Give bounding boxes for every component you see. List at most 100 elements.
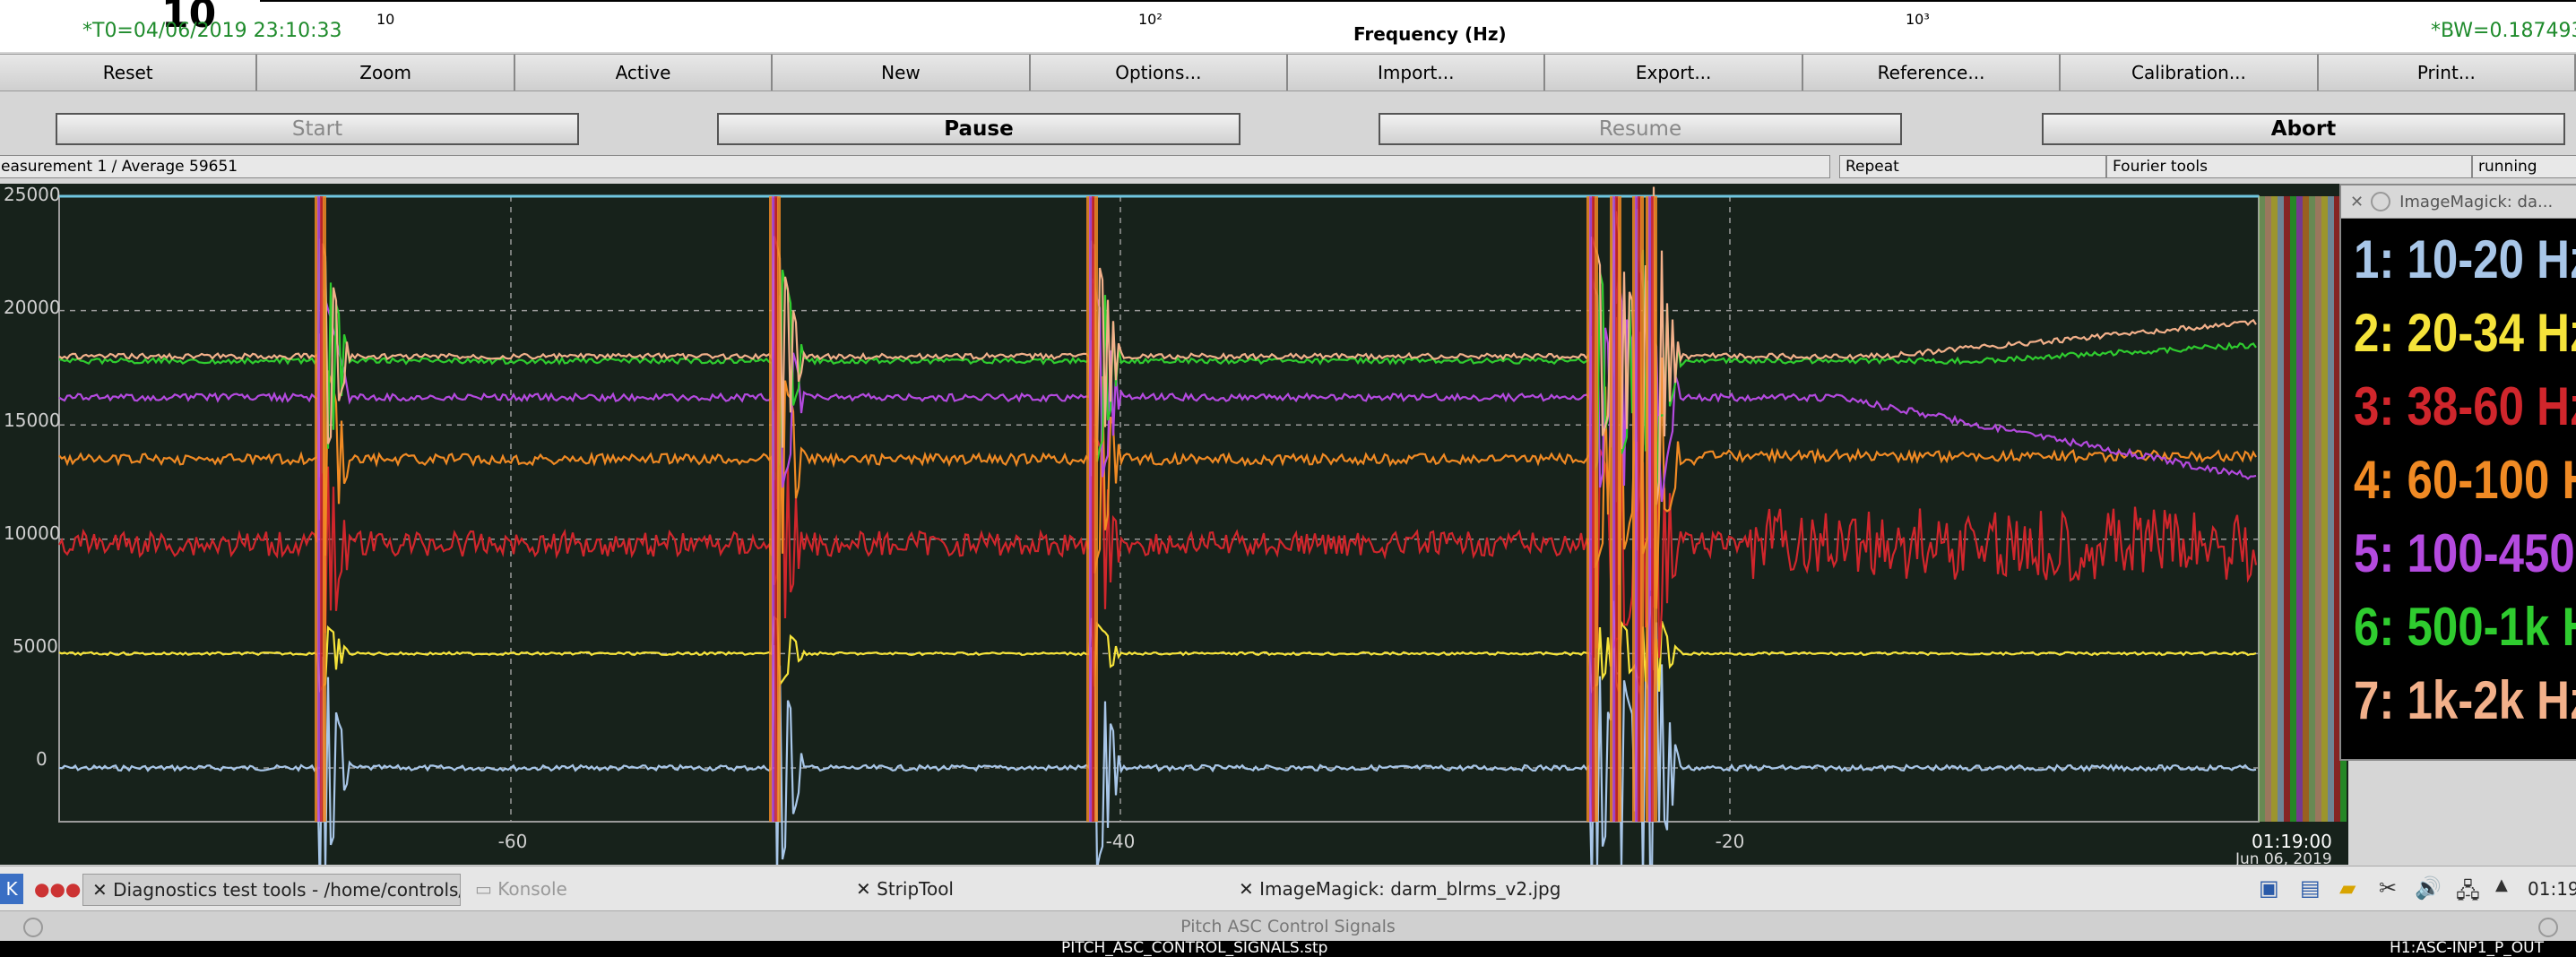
striptool-bottom-bar: PITCH_ASC_CONTROL_SIGNALS.stp H1:ASC-INP…	[0, 939, 2576, 957]
import-button[interactable]: Import...	[1288, 55, 1546, 91]
resume-button[interactable]: Resume	[1379, 113, 1902, 145]
glitch-spike	[777, 196, 781, 822]
glitch-spike	[1094, 196, 1098, 822]
legend-item-4: 4: 60-100 Hz	[2354, 450, 2576, 510]
legend-item-7: 7: 1k-2k Hz	[2354, 670, 2576, 730]
legend-item-6: 6: 500-1k Hz	[2354, 597, 2576, 657]
start-button[interactable]: Start	[56, 113, 579, 145]
dtt-spectrum-strip: 10 *T0=04/06/2019 23:10:33 10 10² 10³ Fr…	[0, 0, 2576, 52]
running-status: running	[2472, 155, 2576, 178]
edge-band	[2328, 196, 2334, 822]
window-menu-icon[interactable]	[2371, 192, 2391, 211]
measurement-controls: Start Pause Resume Abort	[0, 97, 2576, 151]
legend-item-3: 3: 38-60 Hz	[2354, 376, 2576, 436]
kde-menu-icon[interactable]: K	[0, 874, 23, 904]
x-tick-1000: 10³	[1906, 11, 1930, 28]
status-bar: easurement 1 / Average 59651 Repeat Four…	[0, 152, 2576, 179]
x-tick-minus60: -60	[497, 831, 528, 852]
y-tick-10000: 10000	[4, 522, 61, 544]
legend-image: 1: 10-20 Hz 2: 20-34 Hz 3: 38-60 Hz 4: 6…	[2341, 220, 2576, 757]
time-label: 01:19:00	[2252, 831, 2332, 852]
legend-item-5: 5: 100-450 Hz	[2354, 523, 2576, 583]
y-tick-0: 0	[36, 748, 48, 770]
reference-button[interactable]: Reference...	[1802, 55, 2062, 91]
repeat-status: Repeat	[1839, 155, 2106, 178]
fourier-tools-status: Fourier tools	[2106, 155, 2472, 178]
frequency-axis-label: Frequency (Hz)	[1353, 23, 1507, 45]
tray-expand-icon[interactable]: ▲	[2495, 875, 2508, 894]
x-tick-100: 10²	[1138, 11, 1163, 28]
imagemagick-title: ImageMagick: da...	[2399, 192, 2554, 211]
trace-2	[58, 596, 2257, 694]
striptool-plot-svg	[58, 186, 2347, 865]
legend-item-2: 2: 20-34 Hz	[2354, 303, 2576, 363]
striptool-window-title[interactable]: Pitch ASC Control Signals	[0, 910, 2576, 942]
edge-band	[2315, 196, 2321, 822]
pause-button[interactable]: Pause	[717, 113, 1240, 145]
reset-button[interactable]: Reset	[0, 55, 258, 91]
task-konsole[interactable]: ▭ Konsole	[475, 874, 567, 904]
edge-band	[2271, 196, 2278, 822]
abort-button[interactable]: Abort	[2042, 113, 2565, 145]
striptool-plot[interactable]: 25000 20000 15000 10000 5000 0 -60 -40 -…	[0, 184, 2348, 868]
taskbar: K ●●● ✕ Diagnostics test tools - /home/c…	[0, 866, 2576, 911]
trace-1	[58, 600, 2257, 865]
glitch-spike	[1618, 196, 1621, 822]
task-diagnostics[interactable]: ✕ Diagnostics test tools - /home/control…	[82, 874, 461, 906]
clock[interactable]: 01:19	[2528, 874, 2576, 904]
spectrum-axis	[260, 0, 2576, 5]
striptool-window-menu-icon[interactable]	[23, 918, 43, 937]
edge-band	[2321, 196, 2328, 822]
network-icon[interactable]: 🖧	[2456, 875, 2480, 912]
edge-band	[2278, 196, 2284, 822]
pager-icon[interactable]: ●●●	[34, 874, 81, 904]
terminal-icon: ▭	[475, 878, 498, 900]
screen-icon[interactable]: ▣	[2259, 875, 2279, 901]
print-button[interactable]: Print...	[2318, 55, 2576, 91]
edge-band	[2265, 196, 2271, 822]
export-button[interactable]: Export...	[1545, 55, 1803, 91]
task-imagemagick[interactable]: ✕ ImageMagick: darm_blrms_v2.jpg	[1239, 874, 1560, 904]
measurement-status: easurement 1 / Average 59651	[0, 155, 1830, 178]
x-tick-minus20: -20	[1715, 831, 1745, 852]
dtt-menu-row: Reset Zoom Active New Options... Import.…	[0, 54, 2576, 91]
task-striptool-label: StripTool	[877, 878, 954, 900]
options-button[interactable]: Options...	[1030, 55, 1289, 91]
new-button[interactable]: New	[773, 55, 1031, 91]
active-button[interactable]: Active	[514, 55, 774, 91]
y-tick-15000: 15000	[4, 410, 61, 431]
y-tick-5000: 5000	[13, 635, 58, 657]
edge-band	[2284, 196, 2290, 822]
scissors-icon[interactable]: ✂	[2379, 875, 2397, 901]
calibration-button[interactable]: Calibration...	[2061, 55, 2319, 91]
glitch-spike	[1595, 196, 1598, 822]
task-striptool[interactable]: ✕ StripTool	[856, 874, 954, 904]
trace-7	[58, 186, 2257, 549]
x-tick-10: 10	[376, 11, 395, 28]
striptool-icon: ✕	[856, 878, 877, 900]
stp-filename: PITCH_ASC_CONTROL_SIGNALS.stp	[1061, 939, 1328, 957]
task-konsole-label: Konsole	[497, 878, 567, 900]
imagemagick-titlebar[interactable]: ✕ ImageMagick: da...	[2341, 185, 2576, 219]
imagemagick-window[interactable]: ✕ ImageMagick: da... 1: 10-20 Hz 2: 20-3…	[2339, 184, 2576, 761]
task-imagemagick-label: ImageMagick: darm_blrms_v2.jpg	[1259, 878, 1561, 900]
edge-band	[2296, 196, 2303, 822]
task-diagnostics-label: Diagnostics test tools - /home/controls/…	[113, 879, 461, 901]
striptool-title-text: Pitch ASC Control Signals	[1180, 917, 1396, 936]
edge-band	[2303, 196, 2309, 822]
edge-band	[2259, 196, 2265, 822]
display-icon[interactable]: ▤	[2300, 875, 2321, 901]
volume-icon[interactable]: 🔊	[2415, 875, 2442, 901]
striptool-close-icon[interactable]	[2538, 918, 2558, 937]
wrench-icon: ✕	[92, 879, 114, 901]
x-tick-minus40: -40	[1105, 831, 1136, 852]
t0-label: *T0=04/06/2019 23:10:33	[82, 20, 342, 42]
trace-3	[58, 388, 2258, 686]
edge-band	[2309, 196, 2315, 822]
bw-label: *BW=0.187493	[2431, 20, 2576, 42]
glitch-spike	[323, 196, 326, 822]
channel-name: H1:ASC-INP1_P_OUT	[2390, 939, 2545, 957]
clipboard-icon[interactable]: ▰	[2339, 875, 2356, 901]
zoom-button[interactable]: Zoom	[257, 55, 515, 91]
imagemagick-app-icon: ✕	[2350, 192, 2364, 211]
